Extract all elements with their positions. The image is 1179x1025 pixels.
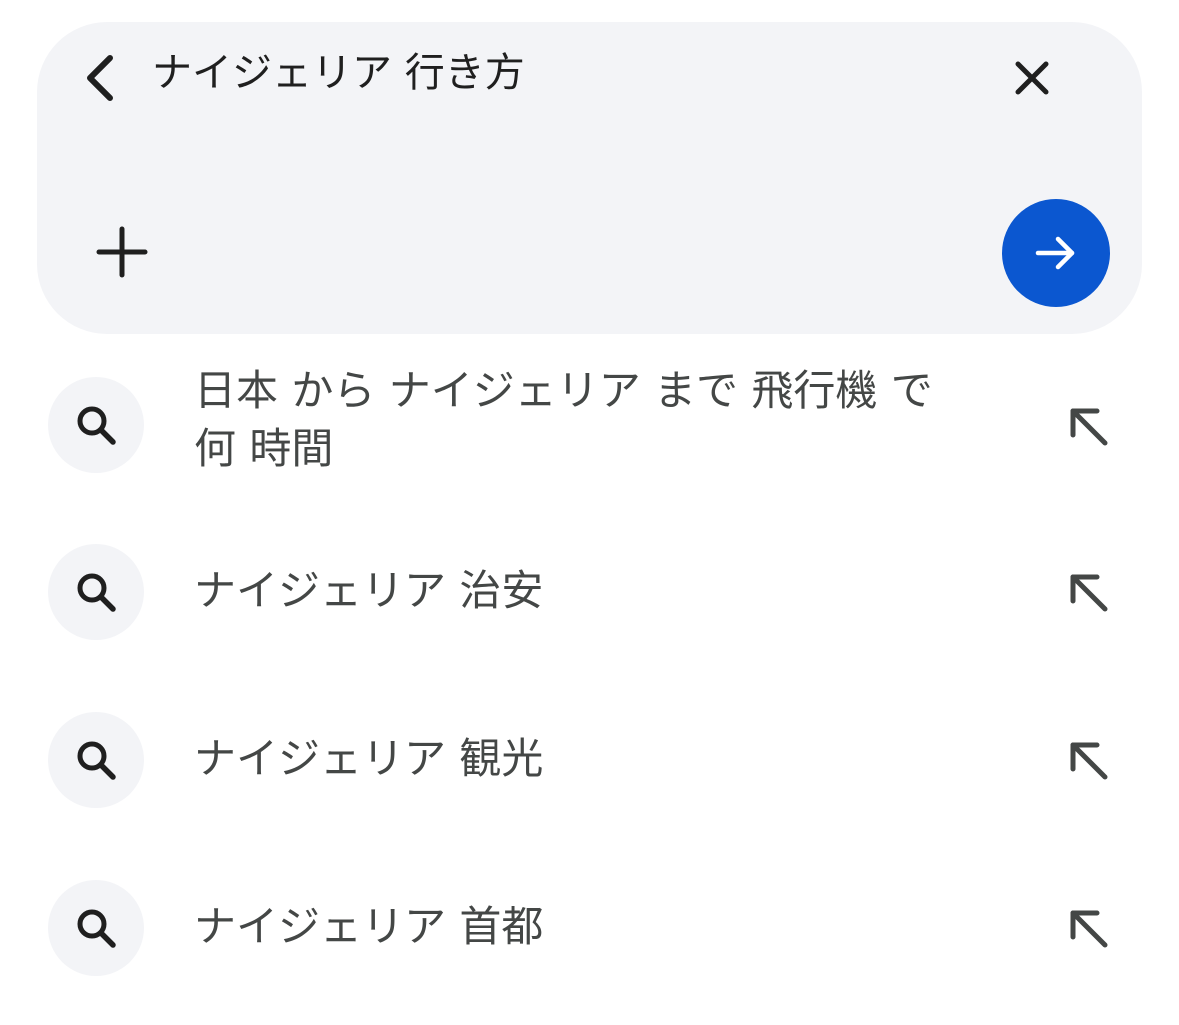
fill-query-button[interactable] — [1062, 902, 1114, 954]
suggestion-item[interactable]: ナイジェリア 観光 — [0, 708, 1179, 818]
search-icon — [77, 741, 116, 780]
suggestion-search-badge — [48, 712, 144, 808]
arrow-up-left-icon — [1070, 408, 1108, 446]
suggestion-item[interactable]: ナイジェリア 首都 — [0, 876, 1179, 986]
search-input[interactable]: ナイジェリア 行き方 — [152, 47, 525, 99]
plus-icon — [96, 226, 148, 278]
arrow-up-left-icon — [1070, 742, 1108, 780]
add-button[interactable] — [90, 220, 154, 284]
search-icon — [77, 573, 116, 612]
arrow-right-icon — [1035, 236, 1075, 270]
suggestion-search-badge — [48, 544, 144, 640]
suggestion-text: ナイジェリア 首都 — [194, 902, 544, 951]
chevron-left-icon — [87, 55, 113, 101]
suggestion-item[interactable]: 日本 から ナイジェリア まで 飛行機 で 何 時間 — [0, 360, 1179, 490]
search-icon — [77, 406, 116, 445]
suggestion-text: ナイジェリア 観光 — [194, 734, 544, 783]
arrow-up-left-icon — [1070, 910, 1108, 948]
suggestion-search-badge — [48, 377, 144, 473]
suggestion-text: ナイジェリア 治安 — [194, 566, 544, 615]
clear-button[interactable] — [1000, 46, 1064, 110]
fill-query-button[interactable] — [1062, 400, 1114, 452]
back-button[interactable] — [72, 50, 128, 106]
suggestion-text: 日本 から ナイジェリア まで 飛行機 で 何 時間 — [194, 366, 933, 473]
fill-query-button[interactable] — [1062, 566, 1114, 618]
submit-button[interactable] — [1002, 199, 1110, 307]
suggestion-search-badge — [48, 880, 144, 976]
suggestion-item[interactable]: 日本 から ナイジェリア まで 飛行機 で 何 時間 ナイジェリア 治安 — [0, 540, 1179, 650]
close-icon — [1015, 61, 1049, 95]
fill-query-button[interactable] — [1062, 734, 1114, 786]
search-icon — [77, 909, 116, 948]
arrow-up-left-icon — [1070, 574, 1108, 612]
